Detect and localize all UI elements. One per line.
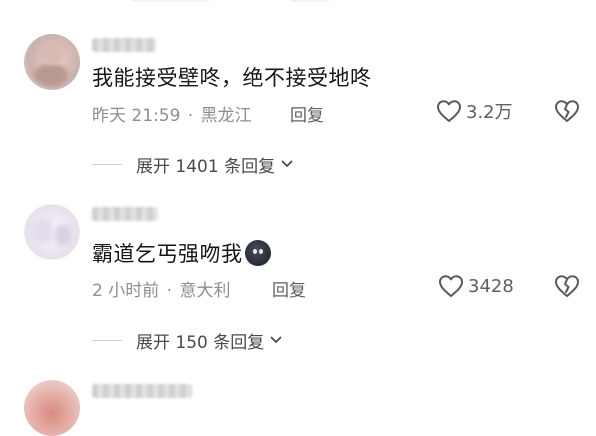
chevron-down-icon xyxy=(281,160,293,167)
broken-heart-icon xyxy=(555,100,579,122)
broken-heart-icon xyxy=(555,275,579,297)
avatar[interactable] xyxy=(24,34,80,90)
avatar[interactable] xyxy=(24,204,80,260)
comment-location: 意大利 xyxy=(179,281,231,301)
divider-line xyxy=(92,163,122,165)
heart-outline-icon xyxy=(437,100,461,122)
comment-meta: 2 小时前 · 意大利 xyxy=(92,281,231,301)
reply-button[interactable]: 回复 xyxy=(290,101,324,126)
dislike-button[interactable] xyxy=(554,99,580,123)
comment-time: 昨天 21:59 xyxy=(92,106,181,126)
comment-text-body: 霸道乞丐强吻我 xyxy=(92,242,243,266)
like-button[interactable]: 3428 xyxy=(438,273,514,299)
avatar[interactable] xyxy=(24,380,80,436)
previous-comment-remnant xyxy=(130,0,350,4)
comment-location: 黑龙江 xyxy=(200,106,252,126)
like-count: 3428 xyxy=(468,275,514,297)
comment-meta: 昨天 21:59 · 黑龙江 xyxy=(92,106,252,126)
dislike-button[interactable] xyxy=(554,274,580,298)
like-count: 3.2万 xyxy=(466,102,513,123)
expand-replies-button[interactable]: 展开 1401 条回复 xyxy=(92,152,293,177)
like-button[interactable]: 3.2万 xyxy=(436,98,513,124)
comment-text: 霸道乞丐强吻我 xyxy=(92,238,271,268)
divider-line xyxy=(92,339,122,341)
comment-time: 2 小时前 xyxy=(92,281,160,301)
username-blurred[interactable] xyxy=(92,38,156,52)
chevron-down-icon xyxy=(270,336,282,343)
reply-button[interactable]: 回复 xyxy=(272,276,306,301)
username-blurred[interactable] xyxy=(92,207,158,221)
comment-text: 我能接受壁咚，绝不接受地咚 xyxy=(92,66,372,90)
expand-replies-button[interactable]: 展开 150 条回复 xyxy=(92,328,282,353)
expand-replies-label: 展开 150 条回复 xyxy=(136,332,265,353)
heart-outline-icon xyxy=(439,275,463,297)
expand-replies-label: 展开 1401 条回复 xyxy=(136,156,276,177)
username-blurred[interactable] xyxy=(92,384,192,398)
dark-face-emoji-icon xyxy=(244,240,271,266)
